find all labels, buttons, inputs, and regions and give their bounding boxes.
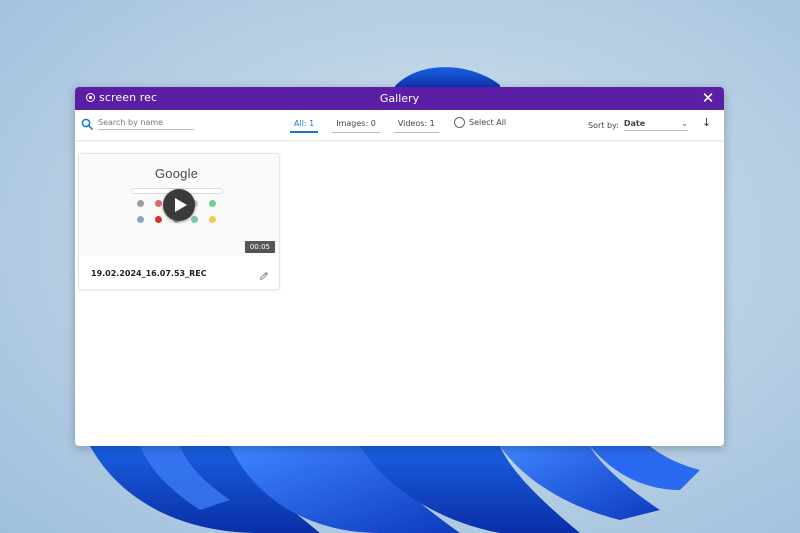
video-thumbnail[interactable]: Google 00:05	[79, 154, 279, 256]
select-all-toggle[interactable]: Select All	[454, 117, 506, 128]
close-icon[interactable]: ✕	[700, 90, 716, 106]
search-icon[interactable]	[81, 118, 93, 130]
tab-videos[interactable]: Videos: 1	[393, 119, 439, 133]
file-name: 19.02.2024_16.07.53_REC	[91, 269, 207, 278]
duration-badge: 00:05	[244, 241, 275, 253]
pencil-icon[interactable]	[259, 266, 269, 281]
arrow-down-icon[interactable]: ↓	[702, 116, 711, 129]
shortcut-dot	[155, 216, 162, 223]
filter-tabs: All: 1 Images: 0 Videos: 1	[290, 119, 439, 133]
gallery-window: screen rec Gallery ✕ All: 1 Images: 0 Vi…	[75, 87, 724, 446]
shortcut-dot	[155, 200, 162, 207]
shortcut-dot	[137, 200, 144, 207]
radio-circle-icon[interactable]	[454, 117, 465, 128]
media-card[interactable]: Google 00:05 19.02.2024_16.07.53_REC	[78, 153, 280, 290]
shortcut-dot	[209, 216, 216, 223]
shortcut-dot	[209, 200, 216, 207]
thumbnail-logo: Google	[155, 166, 199, 181]
shortcut-dot	[137, 216, 144, 223]
tab-all[interactable]: All: 1	[290, 119, 319, 133]
tab-images[interactable]: Images: 0	[332, 119, 380, 133]
play-icon[interactable]	[163, 189, 195, 221]
sort-dropdown[interactable]: Date ⌄	[623, 119, 688, 131]
sort-control: Sort by: Date ⌄	[588, 119, 688, 131]
search-input[interactable]	[98, 118, 194, 130]
toolbar: All: 1 Images: 0 Videos: 1 Select All So…	[75, 110, 724, 141]
title-bar: screen rec Gallery ✕	[75, 87, 724, 110]
search-box	[81, 118, 194, 130]
chevron-down-icon: ⌄	[681, 119, 688, 128]
sort-value: Date	[623, 119, 646, 128]
window-title: Gallery	[379, 92, 420, 105]
sort-label: Sort by:	[588, 120, 619, 130]
shortcut-dot	[191, 216, 198, 223]
select-all-label: Select All	[469, 118, 507, 127]
